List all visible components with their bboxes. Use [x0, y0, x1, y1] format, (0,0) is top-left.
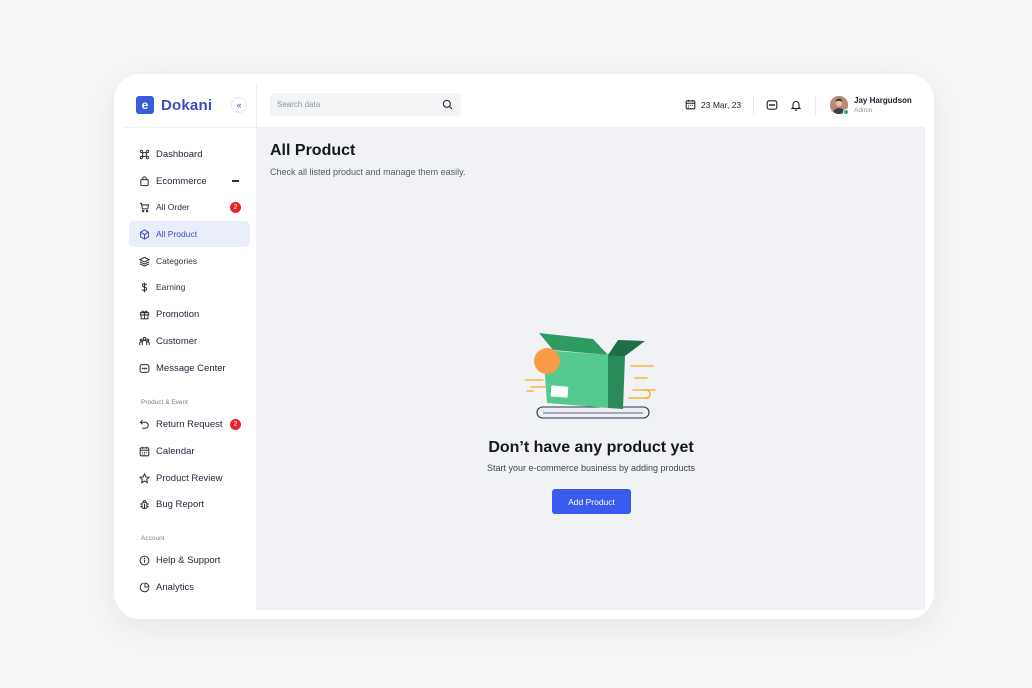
- sidebar-item-label: Help & Support: [156, 554, 221, 566]
- star-icon: [139, 472, 150, 484]
- sidebar-item-help-support[interactable]: Help & Support: [129, 547, 250, 573]
- cart-icon: [139, 202, 150, 213]
- empty-box-illustration: [525, 333, 656, 419]
- return-count-badge: 2: [230, 419, 241, 430]
- return-icon: [139, 419, 150, 430]
- search-bar: [270, 93, 461, 116]
- command-icon: [139, 149, 150, 160]
- message-icon[interactable]: [766, 99, 778, 111]
- main-content: All Product Check all listed product and…: [257, 128, 925, 610]
- sidebar-item-promotion[interactable]: Promotion: [129, 301, 250, 327]
- header-divider: [753, 96, 754, 115]
- sidebar-item-ecommerce[interactable]: Ecommerce: [129, 168, 250, 194]
- layers-icon: [139, 256, 150, 267]
- user-name[interactable]: Jay Hargudson: [854, 96, 912, 105]
- section-label-product-event: Product & Event: [141, 399, 188, 406]
- pie-chart-icon: [139, 582, 150, 593]
- sidebar-item-message-center[interactable]: Message Center: [129, 355, 250, 381]
- collapse-minus-icon[interactable]: [232, 180, 239, 182]
- brand-logo[interactable]: e Dokani: [136, 96, 212, 114]
- sidebar-item-dashboard[interactable]: Dashboard: [129, 141, 250, 167]
- sidebar-item-label: All Product: [156, 229, 198, 239]
- sidebar-item-label: Promotion: [156, 308, 200, 320]
- user-role: Admin: [854, 107, 873, 114]
- sidebar-item-label: Analytics: [156, 581, 195, 593]
- brand-name: Dokani: [161, 96, 213, 114]
- search-input[interactable]: [277, 100, 437, 109]
- sidebar-item-label: Ecommerce: [156, 175, 207, 187]
- page-title: All Product: [270, 142, 356, 159]
- sidebar-item-bug-report[interactable]: Bug Report: [129, 491, 250, 517]
- online-status-dot: [843, 109, 849, 115]
- sidebar-item-all-product[interactable]: All Product: [129, 221, 250, 247]
- message-icon: [139, 363, 150, 374]
- page-subtitle: Check all listed product and manage them…: [270, 167, 466, 177]
- search-icon[interactable]: [442, 99, 453, 110]
- sidebar-item-label: All Order: [156, 202, 190, 212]
- sidebar-item-label: Bug Report: [156, 498, 205, 510]
- logo-icon: e: [136, 96, 154, 114]
- app-window: e Dokani « Dashboard Ecommerce All Order…: [124, 84, 925, 610]
- collapse-sidebar-button[interactable]: «: [231, 97, 247, 113]
- sidebar-item-earning[interactable]: Earning: [129, 274, 250, 300]
- sidebar-item-label: Categories: [156, 256, 198, 266]
- shopping-bag-icon: [139, 175, 150, 187]
- sidebar-item-customer[interactable]: Customer: [129, 328, 250, 354]
- gift-icon: [139, 309, 150, 320]
- info-icon: [139, 555, 150, 566]
- bug-icon: [139, 499, 150, 510]
- bell-icon[interactable]: [790, 99, 802, 111]
- calendar-icon: [139, 446, 150, 457]
- app-frame: e Dokani « Dashboard Ecommerce All Order…: [114, 74, 934, 619]
- sidebar-item-label: Calendar: [156, 445, 195, 457]
- calendar-icon: [685, 99, 696, 110]
- sidebar-item-product-review[interactable]: Product Review: [129, 465, 250, 491]
- sidebar-item-label: Dashboard: [156, 148, 203, 160]
- sidebar-item-label: Product Review: [156, 472, 223, 484]
- dollar-icon: [139, 282, 150, 293]
- sidebar-item-return-request[interactable]: Return Request 2: [129, 411, 250, 437]
- empty-state-subtitle: Start your e-commerce business by adding…: [486, 463, 696, 473]
- sidebar-item-analytics[interactable]: Analytics: [129, 574, 250, 600]
- sidebar-item-categories[interactable]: Categories: [129, 248, 250, 274]
- header-divider: [815, 96, 816, 115]
- add-product-button[interactable]: Add Product: [552, 489, 631, 514]
- sidebar-divider: [124, 127, 257, 128]
- order-count-badge: 2: [230, 202, 241, 213]
- date-text: 23 Mar, 23: [701, 99, 742, 110]
- date-display[interactable]: 23 Mar, 23: [685, 99, 741, 110]
- empty-state-title: Don’t have any product yet: [488, 439, 694, 456]
- sidebar-item-all-order[interactable]: All Order 2: [129, 194, 250, 220]
- sidebar-item-label: Customer: [156, 335, 198, 347]
- section-label-account: Account: [141, 535, 165, 542]
- sidebar-item-calendar[interactable]: Calendar: [129, 438, 250, 464]
- cube-icon: [139, 228, 150, 240]
- sidebar: e Dokani « Dashboard Ecommerce All Order…: [124, 84, 257, 610]
- users-icon: [139, 336, 150, 347]
- sidebar-item-label: Earning: [156, 282, 186, 292]
- sidebar-item-label: Return Request: [156, 418, 223, 430]
- sidebar-item-label: Message Center: [156, 362, 226, 374]
- top-header: 23 Mar, 23 Jay Hargudson Admin: [257, 84, 925, 128]
